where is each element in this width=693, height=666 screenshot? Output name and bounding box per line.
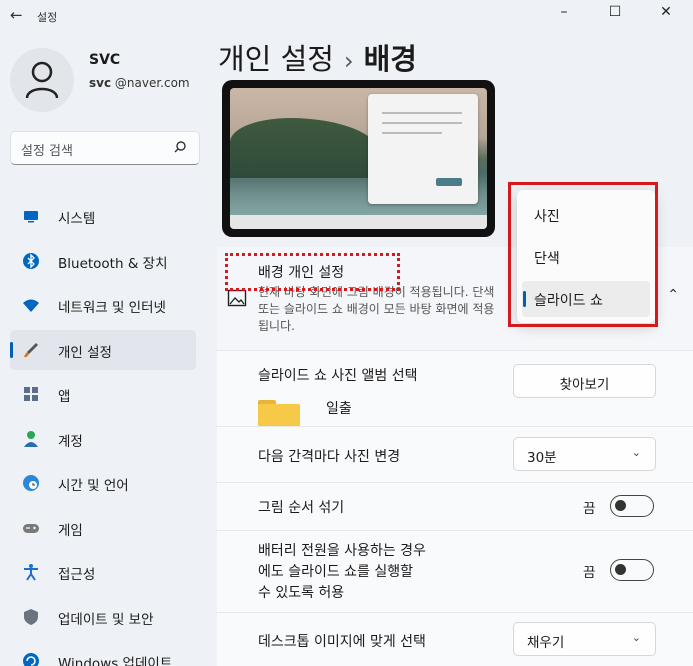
battery-state: 끔 <box>583 565 596 581</box>
bluetooth-icon <box>23 252 39 269</box>
close-button[interactable]: ✕ <box>648 4 684 26</box>
shuffle-row: 그림 순서 섞기 끔 <box>217 482 693 530</box>
sidebar-item-label: 업데이트 및 보안 <box>58 611 154 628</box>
sidebar-item-label: Bluetooth & 장치 <box>58 255 168 272</box>
sidebar-item-accessibility[interactable]: 접근성 <box>10 552 196 592</box>
sidebar-item-label: 개인 설정 <box>58 344 112 361</box>
sidebar-item-label: 네트워크 및 인터넷 <box>58 300 166 316</box>
sidebar: SVC svc @naver.com 설정 검색 시스템 Bluetooth & … <box>0 34 210 666</box>
battery-label-line2: 에도 슬라이드 쇼를 실행할 <box>258 564 414 580</box>
minimize-button[interactable]: – <box>546 4 582 26</box>
chevron-up-icon[interactable]: ⌃ <box>667 287 679 303</box>
active-indicator <box>10 341 13 358</box>
chevron-down-icon: ⌄ <box>631 631 641 644</box>
search-input[interactable]: 설정 검색 <box>10 131 200 165</box>
interval-label: 다음 간격마다 사진 변경 <box>258 449 401 465</box>
sidebar-item-label: 계정 <box>58 433 83 450</box>
browse-button-label: 찾아보기 <box>559 377 610 393</box>
account-icon <box>24 430 38 447</box>
search-placeholder: 설정 검색 <box>21 144 73 159</box>
avatar[interactable] <box>10 48 74 112</box>
battery-row: 배터리 전원을 사용하는 경우 에도 슬라이드 쇼를 실행할 수 있도록 허용 … <box>217 530 693 612</box>
sidebar-item-globe-clock[interactable]: 시간 및 언어 <box>10 463 196 503</box>
sidebar-item-label: 앱 <box>58 389 71 405</box>
picture-icon <box>227 289 247 307</box>
sidebar-item-label: 시간 및 언어 <box>58 478 129 494</box>
maximize-button[interactable]: ☐ <box>597 4 633 26</box>
user-name: SVC <box>89 52 121 68</box>
sidebar-item-gamepad[interactable]: 게임 <box>10 508 196 548</box>
shield-icon <box>24 608 38 625</box>
preview-window <box>368 94 478 204</box>
wifi-icon <box>23 299 39 312</box>
shuffle-state: 끔 <box>583 501 596 517</box>
fit-select[interactable]: 채우기 ⌄ <box>513 622 656 656</box>
preview-image <box>230 88 487 229</box>
breadcrumb-current: 배경 <box>363 42 417 76</box>
gamepad-icon <box>23 523 39 533</box>
sidebar-item-apps[interactable]: 앱 <box>10 374 196 414</box>
battery-toggle[interactable] <box>610 559 654 581</box>
highlight-dotted-box <box>225 253 400 291</box>
person-icon <box>25 61 59 99</box>
battery-label-line1: 배터리 전원을 사용하는 경우 <box>258 543 426 559</box>
preview-button <box>436 178 462 186</box>
highlight-box <box>508 182 658 327</box>
fit-value: 채우기 <box>527 635 565 651</box>
system-icon <box>24 211 38 223</box>
album-label: 슬라이드 쇼 사진 앨범 선택 <box>258 368 418 384</box>
sidebar-item-label: 접근성 <box>58 567 96 583</box>
background-setting-description: 현재 바탕 화면에 그림 배경이 적용됩니다. 단색 또는 슬라이드 쇼 배경이… <box>258 285 495 333</box>
sidebar-item-system[interactable]: 시스템 <box>10 196 196 236</box>
shuffle-label: 그림 순서 섞기 <box>258 500 345 516</box>
sidebar-item-label: 게임 <box>58 522 83 539</box>
globe-clock-icon <box>23 475 39 491</box>
brush-icon <box>24 342 38 357</box>
fit-label: 데스크톱 이미지에 맞게 선택 <box>258 634 426 650</box>
folder-name: 일출 <box>326 401 352 417</box>
breadcrumb-separator: › <box>343 47 354 75</box>
apps-icon <box>24 387 38 401</box>
preview-line <box>382 132 442 134</box>
preview-line <box>382 122 462 124</box>
back-button[interactable]: ← <box>10 6 23 24</box>
battery-label-line3: 수 있도록 허용 <box>258 585 345 601</box>
preview-trees <box>230 118 380 178</box>
shuffle-toggle[interactable] <box>610 495 654 517</box>
interval-select[interactable]: 30분 ⌄ <box>513 437 656 471</box>
page-title: 개인 설정 › 배경 <box>218 36 417 78</box>
sidebar-item-brush[interactable]: 개인 설정 <box>10 329 196 370</box>
sidebar-item-wifi[interactable]: 네트워크 및 인터넷 <box>10 285 196 325</box>
desktop-preview <box>222 80 495 237</box>
email-user: svc <box>89 76 112 90</box>
sidebar-item-update[interactable]: Windows 업데이트 <box>10 641 196 666</box>
search-icon <box>174 141 186 153</box>
album-row: 슬라이드 쇼 사진 앨범 선택 찾아보기 일출 <box>217 350 693 430</box>
window-title: 설정 <box>37 11 58 24</box>
preview-line <box>382 112 462 114</box>
title-bar: ← 설정 – ☐ ✕ <box>0 0 693 34</box>
email-domain: @naver.com <box>114 76 190 90</box>
browse-button[interactable]: 찾아보기 <box>513 364 656 398</box>
fit-row: 데스크톱 이미지에 맞게 선택 채우기 ⌄ <box>217 612 693 666</box>
sidebar-item-bluetooth[interactable]: Bluetooth & 장치 <box>10 241 196 281</box>
sidebar-item-account[interactable]: 계정 <box>10 419 196 459</box>
breadcrumb-parent[interactable]: 개인 설정 <box>218 42 334 76</box>
user-email: svc @naver.com <box>89 76 190 90</box>
sidebar-item-label: Windows 업데이트 <box>58 656 173 666</box>
interval-row: 다음 간격마다 사진 변경 30분 ⌄ <box>217 426 693 482</box>
sidebar-item-label: 시스템 <box>58 211 96 227</box>
sidebar-nav: 시스템 Bluetooth & 장치네트워크 및 인터넷개인 설정앱계정시간 및 … <box>10 196 196 666</box>
preview-taskbar <box>230 215 487 229</box>
interval-value: 30분 <box>527 450 557 466</box>
update-icon <box>23 653 39 666</box>
sidebar-item-shield[interactable]: 업데이트 및 보안 <box>10 597 196 637</box>
accessibility-icon <box>24 564 38 581</box>
chevron-down-icon: ⌄ <box>631 446 641 459</box>
